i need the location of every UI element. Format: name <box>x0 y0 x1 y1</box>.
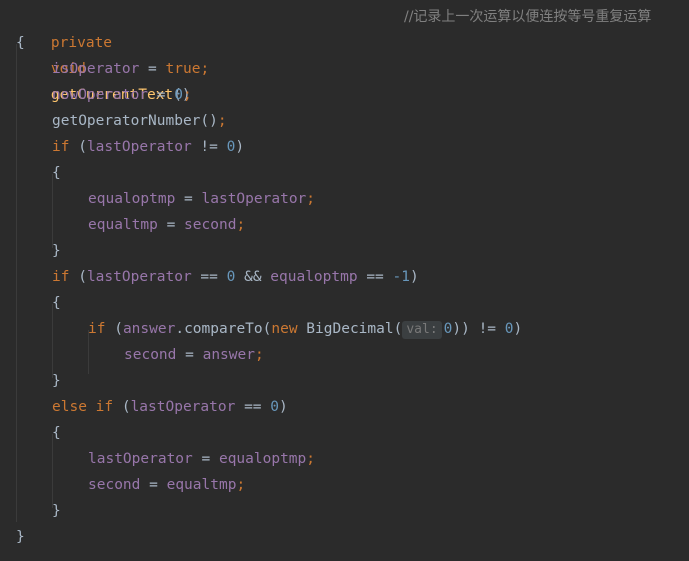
number-literal: 0 <box>174 87 183 103</box>
code-comment: //记录上一次运算以便连按等号重复运算 <box>404 9 652 25</box>
block-close-brace: } <box>52 243 61 259</box>
operator: == <box>235 399 271 415</box>
paren: ( <box>113 399 131 415</box>
field-lastoperator: lastOperator <box>88 451 193 467</box>
paren: ( <box>105 321 123 337</box>
operator: = <box>192 451 219 467</box>
field-second: second <box>88 477 141 493</box>
operator: = <box>139 61 166 77</box>
number-literal: 0 <box>504 321 514 337</box>
paren: ( <box>69 139 87 155</box>
semicolon: ; <box>236 477 246 493</box>
operator: = <box>176 347 203 363</box>
block-open-brace: { <box>52 295 61 311</box>
keyword-new: new <box>271 321 298 337</box>
operator: = <box>148 87 175 103</box>
field-second: second <box>184 217 237 233</box>
operator: == <box>357 269 393 285</box>
code-line-equaltmp[interactable]: equaltmp = second; <box>88 212 245 238</box>
field-equaloptmp: equaloptmp <box>88 191 176 207</box>
keyword-if: if <box>52 139 70 155</box>
close-brace: } <box>16 529 25 545</box>
literal-true: true <box>165 61 201 77</box>
field-lastoperator: lastOperator <box>130 399 236 415</box>
field-equaloptmp: equaloptmp <box>218 451 307 467</box>
class-bigdecimal: BigDecimal( <box>297 321 403 337</box>
operator: = <box>140 477 167 493</box>
number-literal: -1 <box>392 269 410 285</box>
method-call: getOperatorNumber <box>52 113 201 129</box>
block-open-brace: { <box>52 165 61 181</box>
keyword-else-if: else if <box>52 399 114 415</box>
operator: != <box>191 139 227 155</box>
code-line-signature[interactable]: private void getCurrentText() <box>16 4 191 103</box>
parameter-hint: val: <box>402 321 442 339</box>
semicolon: ; <box>217 113 227 129</box>
field-equaltmp: equaltmp <box>88 217 158 233</box>
semicolon: ; <box>236 217 246 233</box>
semicolon: ; <box>254 347 264 363</box>
field-answer: answer <box>202 347 255 363</box>
code-line-if-compareto[interactable]: if (answer.compareTo(new BigDecimal(val:… <box>88 316 522 342</box>
field-second: second <box>124 347 177 363</box>
field-lastoperator: lastOperator <box>86 269 192 285</box>
block-close-brace: } <box>52 503 61 519</box>
operator: && <box>235 269 271 285</box>
field-equaltmp: equaltmp <box>166 477 237 493</box>
code-line-second-assign[interactable]: second = equaltmp; <box>88 472 245 498</box>
code-line-nowoperator[interactable]: nowOperator = 0; <box>52 82 192 108</box>
paren: ) <box>235 139 245 155</box>
code-line-isoperator[interactable]: isOperator = true; <box>52 56 209 82</box>
field-lastoperator: lastOperator <box>201 191 307 207</box>
semicolon: ; <box>182 87 192 103</box>
field-answer: answer <box>122 321 176 337</box>
block-close-brace: } <box>52 373 61 389</box>
field-isoperator: isOperator <box>52 61 140 77</box>
parens: () <box>200 113 218 129</box>
block-open-brace: { <box>52 425 61 441</box>
operator: = <box>157 217 185 233</box>
method-compareto: compareTo <box>184 321 263 337</box>
code-line-if-equal-check[interactable]: if (lastOperator == 0 && equaloptmp == -… <box>52 264 419 290</box>
operator: = <box>175 191 202 207</box>
code-editor[interactable]: private void getCurrentText() //记录上一次运算以… <box>0 0 689 561</box>
paren: ) <box>279 399 288 415</box>
dot: . <box>175 321 185 337</box>
code-line-getoperatornumber[interactable]: getOperatorNumber(); <box>52 108 227 134</box>
code-line-second-answer[interactable]: second = answer; <box>124 342 264 368</box>
operator: == <box>191 269 227 285</box>
field-equaloptmp: equaloptmp <box>270 269 358 285</box>
keyword-if: if <box>88 321 106 337</box>
paren: ) <box>409 269 419 285</box>
semicolon: ; <box>200 61 210 77</box>
paren: ) <box>513 321 523 337</box>
open-brace: { <box>16 35 25 51</box>
code-line-else-if[interactable]: else if (lastOperator == 0) <box>52 394 288 420</box>
semicolon: ; <box>306 191 316 207</box>
field-nowoperator: nowOperator <box>52 87 149 103</box>
keyword-if: if <box>52 269 70 285</box>
number-literal: 0 <box>270 399 279 415</box>
code-line-lastoperator-assign[interactable]: lastOperator = equaloptmp; <box>88 446 315 472</box>
keyword-private: private <box>50 35 113 51</box>
operator: )) != <box>452 321 505 337</box>
paren: ( <box>69 269 87 285</box>
code-line-equaloptmp[interactable]: equaloptmp = lastOperator; <box>88 186 315 212</box>
field-lastoperator: lastOperator <box>86 139 192 155</box>
code-line-if-lastoperator[interactable]: if (lastOperator != 0) <box>52 134 244 160</box>
semicolon: ; <box>306 451 316 467</box>
